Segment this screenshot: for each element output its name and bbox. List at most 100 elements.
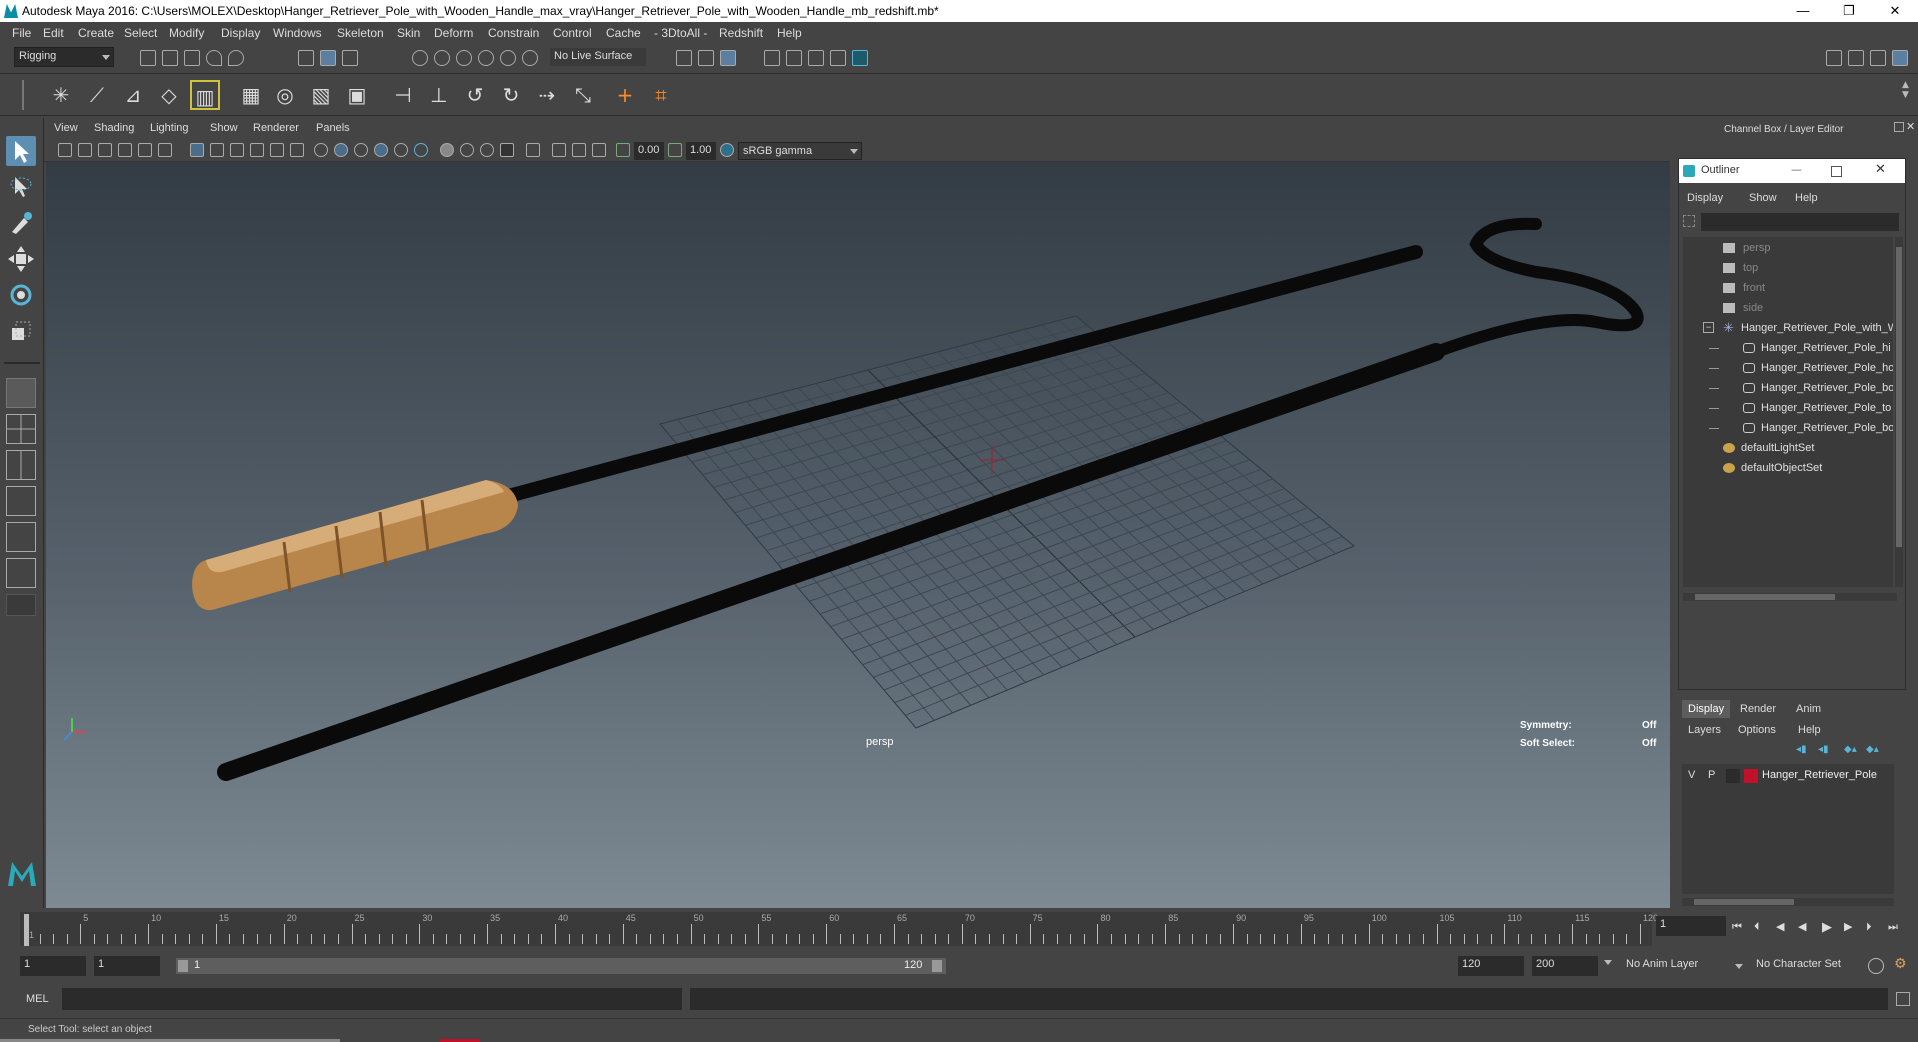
hypershade-layout-icon[interactable] [6, 558, 36, 588]
xray-active-icon[interactable] [572, 143, 586, 157]
character-set-dropdown[interactable]: No Character Set [1752, 956, 1864, 976]
chevron-down-icon[interactable] [1604, 960, 1612, 965]
live-surface-field[interactable]: No Live Surface [550, 48, 646, 66]
shadows-icon[interactable] [414, 143, 428, 157]
outliner-item-mesh[interactable]: Hanger_Retriever_Pole_hi [1683, 339, 1893, 359]
motion-blur-icon[interactable] [460, 143, 474, 157]
isolate-select-icon[interactable] [526, 143, 540, 157]
save-scene-icon[interactable] [184, 50, 200, 66]
layer-tab-anim[interactable]: Anim [1796, 703, 1821, 715]
output-ops-icon[interactable] [698, 50, 714, 66]
bookmark-icon[interactable] [98, 143, 112, 157]
select-camera-icon[interactable] [58, 143, 72, 157]
panel-menu-lighting[interactable]: Lighting [150, 122, 189, 134]
render-frame-icon[interactable] [764, 50, 780, 66]
move-layer-up-icon[interactable]: ◂▮ [1796, 744, 1807, 755]
four-view-layout-icon[interactable] [6, 414, 36, 444]
grease-pencil-icon[interactable] [158, 143, 172, 157]
menuset-dropdown[interactable]: Rigging [14, 47, 114, 67]
outliner-minimize-button[interactable]: — [1791, 163, 1802, 176]
animation-prefs-icon[interactable]: ⚙ [1894, 956, 1907, 972]
close-button[interactable]: ✕ [1872, 0, 1918, 22]
pole-vector-icon[interactable]: ⇢ [532, 80, 562, 110]
layer-row[interactable]: V P Hanger_Retriever_Pole [1682, 766, 1894, 786]
field-chart-icon[interactable] [270, 143, 284, 157]
outliner-menu-help[interactable]: Help [1795, 192, 1818, 204]
scale-constraint-icon[interactable]: ⤡ [568, 80, 598, 110]
animation-end-field[interactable]: 200 [1532, 956, 1598, 976]
playback-end-field[interactable]: 120 [1458, 956, 1524, 976]
panel-menu-show[interactable]: Show [210, 122, 238, 134]
snap-live-icon[interactable] [522, 50, 538, 66]
textured-icon[interactable] [374, 143, 388, 157]
tool-settings-icon[interactable] [1870, 50, 1886, 66]
select-object-icon[interactable] [320, 50, 336, 66]
outliner-search-field[interactable] [1701, 213, 1899, 231]
color-management-icon[interactable] [720, 143, 734, 157]
use-all-lights-icon[interactable] [394, 143, 408, 157]
select-tool-icon[interactable] [6, 136, 36, 166]
menu-cache[interactable]: Cache [606, 26, 641, 40]
play-backward-icon[interactable]: ◀ [1798, 920, 1806, 933]
menu-control[interactable]: Control [553, 26, 592, 40]
move-tool-icon[interactable] [6, 244, 36, 274]
menu-edit[interactable]: Edit [43, 26, 64, 40]
anim-layer-dropdown[interactable]: No Anim Layer [1622, 956, 1746, 976]
minimize-button[interactable]: — [1780, 0, 1826, 22]
driven-key-icon[interactable]: ⌗ [646, 80, 676, 110]
panel-menu-panels[interactable]: Panels [316, 122, 350, 134]
channel-box-icon[interactable] [1892, 50, 1908, 66]
lasso-tool-icon[interactable] [6, 172, 36, 202]
rotate-tool-icon[interactable] [6, 280, 36, 310]
float-panel-icon[interactable] [1894, 122, 1904, 132]
image-plane-icon[interactable] [118, 143, 132, 157]
panel-menu-shading[interactable]: Shading [94, 122, 134, 134]
menu-constrain[interactable]: Constrain [488, 26, 539, 40]
point-constraint-icon[interactable]: ⊥ [424, 80, 454, 110]
layer-tab-display[interactable]: Display [1682, 700, 1731, 718]
safe-action-icon[interactable] [290, 143, 304, 157]
new-scene-icon[interactable] [140, 50, 156, 66]
outliner-filter-icon[interactable] [1683, 215, 1695, 227]
outliner-menu-show[interactable]: Show [1749, 192, 1777, 204]
snap-view-plane-icon[interactable] [478, 50, 494, 66]
outliner-item-mesh[interactable]: Hanger_Retriever_Pole_bo [1683, 379, 1893, 399]
step-back-key-icon[interactable]: ◀ [1776, 920, 1784, 933]
step-back-frame-icon[interactable]: ⏴ [1754, 920, 1760, 934]
persp-outliner-layout-icon[interactable] [6, 522, 36, 552]
undo-icon[interactable] [206, 50, 222, 66]
select-component-icon[interactable] [342, 50, 358, 66]
outliner-scroll-thumb[interactable] [1896, 247, 1902, 547]
menu-3dtoall[interactable]: - 3DtoAll - [654, 26, 707, 40]
menu-skeleton[interactable]: Skeleton [337, 26, 384, 40]
exposure-field[interactable]: 0.00 [634, 142, 664, 160]
panel-menu-renderer[interactable]: Renderer [253, 122, 299, 134]
viewport-persp[interactable]: persp Symmetry: Off Soft Select: Off [46, 162, 1670, 908]
animation-start-field[interactable]: 1 [20, 956, 86, 976]
screen-space-ao-icon[interactable] [440, 143, 454, 157]
resolution-gate-icon[interactable] [230, 143, 244, 157]
exposure-icon[interactable] [616, 143, 630, 157]
close-panel-icon[interactable]: ✕ [1906, 120, 1915, 133]
paint-select-tool-icon[interactable] [6, 208, 36, 238]
panel-menu-view[interactable]: View [54, 122, 78, 134]
shelf-scroll-arrows-icon[interactable]: ▲ ▼ [1902, 80, 1912, 110]
film-gate-icon[interactable] [210, 143, 224, 157]
menu-display[interactable]: Display [221, 26, 260, 40]
current-time-indicator[interactable] [24, 914, 29, 946]
scale-tool-icon[interactable] [6, 316, 36, 346]
insert-joint-icon[interactable]: ◇ [154, 80, 184, 110]
menu-windows[interactable]: Windows [273, 26, 322, 40]
layer-display-type[interactable] [1726, 769, 1740, 783]
go-to-end-icon[interactable]: ⏭ [1888, 920, 1898, 934]
multisample-aa-icon[interactable] [480, 143, 494, 157]
collapse-icon[interactable]: − [1703, 322, 1714, 333]
aim-constraint-icon[interactable]: ↺ [460, 80, 490, 110]
redshift-render-icon[interactable] [852, 50, 868, 66]
grid-toggle-icon[interactable] [190, 143, 204, 157]
outliner-item-mesh[interactable]: Hanger_Retriever_Pole_bo [1683, 419, 1893, 439]
gamma-icon[interactable] [668, 143, 682, 157]
time-slider[interactable]: 1 5 10 15 20 25 30 35 40 45 50 55 60 65 70 75 80 85 90 95 10… [0, 912, 1918, 952]
layer-name[interactable]: Hanger_Retriever_Pole [1762, 769, 1894, 781]
layer-color-swatch[interactable] [1744, 769, 1758, 783]
